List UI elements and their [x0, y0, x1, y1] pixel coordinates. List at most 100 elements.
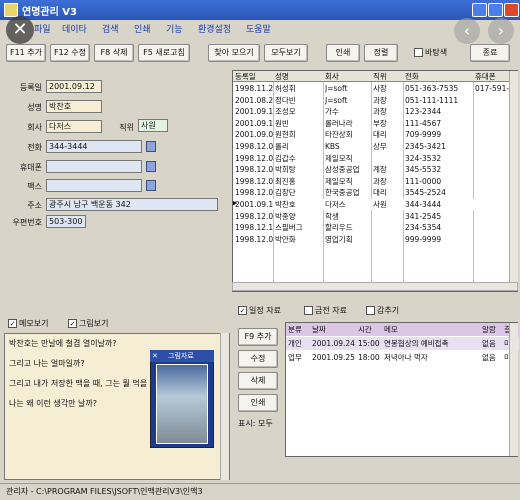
schedule-add-button[interactable]: F9 추가: [238, 328, 278, 346]
menu-function[interactable]: 기능: [166, 22, 183, 35]
schedule-scrollbar[interactable]: [509, 323, 518, 456]
schedule-cell: 업무: [288, 353, 302, 362]
grid-cell: 345-5532: [405, 165, 442, 175]
schedule-row[interactable]: 업무2001.09.2518:00저녁아나 먹자없음미결: [286, 351, 519, 364]
money-tab-label: 금전 자료: [315, 306, 347, 315]
table-row[interactable]: 1998.12.02최진홍 제일모직 과장 111-0000: [233, 176, 517, 187]
contacts-grid[interactable]: 등록일성명회사직위전화휴대폰1998.11.26허성휘J=soft사장051-3…: [232, 70, 518, 292]
table-row[interactable]: 1998.12.01김갑수 제일모직 324-3532: [233, 153, 517, 164]
find-button[interactable]: 찾아 모으기: [208, 44, 260, 62]
fax-field[interactable]: [46, 179, 142, 192]
schedule-cell: 2001.09.24: [312, 339, 355, 348]
menu-help[interactable]: 도움말: [246, 22, 271, 35]
table-row[interactable]: 1998.12.17스필버그 할리우드 234-5354: [233, 222, 517, 233]
window-title: 연명관리 V3: [22, 7, 77, 18]
grid-cell: 롤리: [275, 142, 289, 151]
picture-view-checkbox[interactable]: ✓ 그림보기: [68, 317, 108, 331]
grid-cell: [373, 234, 401, 245]
overlay-prev-icon[interactable]: ‹: [454, 18, 480, 44]
baseball-player-photo: [156, 364, 208, 444]
grid-cell: 가수: [325, 107, 339, 117]
label-reg-date: 등록일: [19, 83, 42, 92]
phone-field[interactable]: 344-3444: [46, 140, 142, 153]
schedule-cell: 15:00: [358, 339, 380, 348]
table-row[interactable]: 1998.12.03박안화 영업기획 999-9999: [233, 234, 517, 245]
maximize-button[interactable]: [488, 3, 503, 17]
memo-scrollbar[interactable]: [220, 333, 229, 480]
delete-button[interactable]: F8 삭제: [94, 44, 134, 62]
exit-button[interactable]: 종료: [470, 44, 510, 62]
photo-close-icon[interactable]: ✕: [152, 350, 158, 362]
grid-cell: 341-2545: [405, 211, 442, 221]
grid-header-row[interactable]: 등록일 성명 회사 직위 전화 휴대폰: [233, 71, 517, 83]
schedule-delete-button[interactable]: 삭제: [238, 372, 278, 390]
hide-tab-label: 감추기: [377, 306, 400, 315]
grid-cell: 2345-3421: [405, 142, 446, 151]
schedule-cell: 연봉협상의 예비접촉: [384, 339, 449, 348]
menu-bar: 파일 데이타 검색 인쇄 기능 환경설정 도움말: [0, 20, 520, 36]
schedule-header-row[interactable]: 분류날짜시간메모알람결과: [286, 323, 519, 336]
bg-color-checkbox[interactable]: 바탕색: [414, 46, 447, 60]
table-row[interactable]: 2001.09.05원현희 타잔상회 대리 709-9999: [233, 129, 517, 140]
sort-button[interactable]: 정렬: [364, 44, 398, 62]
print-button[interactable]: 인쇄: [326, 44, 360, 62]
menu-print[interactable]: 인쇄: [134, 22, 151, 35]
overlay-next-icon[interactable]: ›: [488, 18, 514, 44]
schedule-row[interactable]: 개인2001.09.2415:00연봉협상의 예비접촉없음미결: [286, 337, 519, 350]
schedule-print-button[interactable]: 인쇄: [238, 394, 278, 412]
memo-view-checkbox[interactable]: ✓ 메모보기: [8, 317, 48, 331]
phone-dial-icon[interactable]: [146, 141, 156, 152]
minimize-button[interactable]: [472, 3, 487, 17]
grid-cell: 2001.08.25: [235, 95, 273, 105]
menu-file[interactable]: 파일: [34, 22, 51, 35]
grid-cell: 스필버그: [275, 223, 303, 233]
schedule-edit-button[interactable]: 수정: [238, 350, 278, 368]
photo-title-bar: ✕ 그림자료: [150, 350, 214, 362]
table-row[interactable]: 1998.12.01롤리 KBS 상무 2345-3421: [233, 141, 517, 152]
grid-cell: [373, 211, 401, 222]
overlay-close-icon[interactable]: ✕: [6, 16, 34, 44]
grid-horizontal-scrollbar[interactable]: [232, 282, 518, 291]
grid-cell: 111-4567: [405, 118, 442, 128]
table-row[interactable]: 1998.12.02박희탕 삼성중공업 계장 345-5532: [233, 164, 517, 175]
zip-field[interactable]: 503-300: [46, 215, 86, 228]
title-field[interactable]: 사원: [138, 119, 168, 132]
table-row[interactable]: 2001.09.11원빈 롤러나라 부장 111-4567: [233, 118, 517, 129]
table-row[interactable]: 1998.12.04박종양 학생 341-2545: [233, 211, 517, 222]
hide-tab[interactable]: 감추기: [366, 304, 399, 318]
reg-date-field[interactable]: 2001.09.12: [46, 80, 102, 93]
company-field[interactable]: 다저스: [46, 120, 102, 133]
memo-header: ✓ 메모보기 ✓ 그림보기: [4, 315, 230, 333]
table-row[interactable]: 2001.09.12박찬호 다저스 사원 344-3444: [233, 199, 517, 211]
grid-cell: 상무: [373, 142, 387, 151]
grid-cell: 학생: [325, 211, 339, 221]
memo-line: 박찬호는 만날에 철겹 열이날까?: [9, 339, 117, 348]
mobile-dial-icon[interactable]: [146, 161, 156, 172]
picture-view-label: 그림보기: [79, 319, 109, 328]
menu-settings[interactable]: 환경설정: [198, 22, 231, 35]
mobile-field[interactable]: [46, 160, 142, 173]
menu-search[interactable]: 검색: [102, 22, 119, 35]
edit-button[interactable]: F12 수정: [50, 44, 90, 62]
view-all-button[interactable]: 모두보기: [264, 44, 308, 62]
schedule-grid[interactable]: 분류날짜시간메모알람결과개인2001.09.2415:00연봉협상의 예비접촉없…: [285, 322, 519, 457]
menu-data[interactable]: 데이타: [62, 22, 87, 35]
close-window-button[interactable]: [504, 3, 519, 17]
schedule-cell: 분류: [288, 325, 302, 334]
address-field[interactable]: 광주시 남구 백운동 342: [46, 198, 218, 211]
fax-dial-icon[interactable]: [146, 180, 156, 191]
grid-vertical-scrollbar[interactable]: [509, 71, 518, 282]
refresh-button[interactable]: F5 새로고침: [138, 44, 190, 62]
grid-cell: 원빈: [275, 118, 289, 128]
grid-cell: 제일모직: [325, 176, 353, 186]
name-field[interactable]: 박찬호: [46, 100, 102, 113]
table-row[interactable]: 2001.08.25정다빈 J=soft 과장 051-111-1111: [233, 95, 517, 106]
add-button[interactable]: F11 추가: [6, 44, 46, 62]
money-tab[interactable]: 금전 자료: [304, 304, 347, 318]
table-row[interactable]: 1998.12.03김장단 한국중공업 대리 3545-2524: [233, 187, 517, 198]
table-row[interactable]: 2001.09.10조성모 가수 과장 123-2344: [233, 106, 517, 117]
grid-cell: 051-363-7535: [405, 84, 459, 93]
table-row[interactable]: 1998.11.26허성휘J=soft사장051-363-7535017-591…: [233, 83, 517, 94]
schedule-tab[interactable]: ✓ 일정 자료: [238, 304, 281, 318]
grid-cell: 324-3532: [405, 153, 442, 163]
